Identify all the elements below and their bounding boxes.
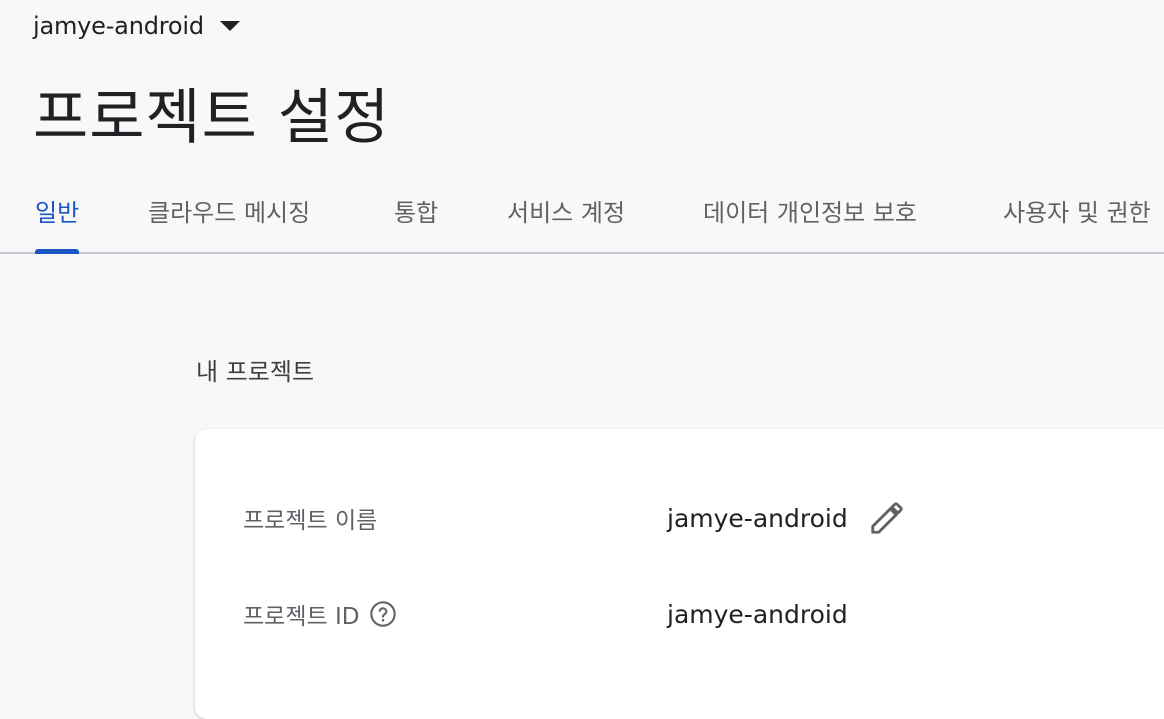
arrow-drop-down-icon	[219, 21, 240, 31]
pencil-icon[interactable]	[868, 499, 906, 537]
tab-data-privacy[interactable]: 데이터 개인정보 보호	[703, 188, 917, 252]
tab-general[interactable]: 일반	[35, 188, 80, 254]
project-id-value: jamye-android	[667, 599, 848, 629]
settings-tab-bar: 일반 클라우드 메시징 통합 서비스 계정 데이터 개인정보 보호 사용자 및 …	[0, 188, 1164, 254]
project-name-label: 프로젝트 이름	[243, 508, 378, 534]
tab-cloud-messaging[interactable]: 클라우드 메시징	[148, 188, 310, 252]
help-circle-icon[interactable]	[369, 600, 397, 628]
project-name-value-group: jamye-android	[667, 499, 906, 537]
section-heading-my-project: 내 프로젝트	[196, 358, 315, 386]
tab-integrations[interactable]: 통합	[394, 188, 438, 252]
tab-users-permissions[interactable]: 사용자 및 권한	[1003, 188, 1151, 252]
project-name-value: jamye-android	[667, 503, 848, 533]
page-title: 프로젝트 설정	[33, 83, 391, 153]
project-id-label: 프로젝트 ID	[243, 604, 360, 630]
project-selector-name: jamye-android	[33, 12, 204, 40]
tab-service-accounts[interactable]: 서비스 계정	[507, 188, 625, 252]
project-selector[interactable]: jamye-android	[33, 8, 240, 44]
project-id-label-group: 프로젝트 ID	[243, 597, 623, 631]
project-info-card: 프로젝트 이름 jamye-android 프로젝트 ID jamye-andr…	[195, 429, 1164, 719]
